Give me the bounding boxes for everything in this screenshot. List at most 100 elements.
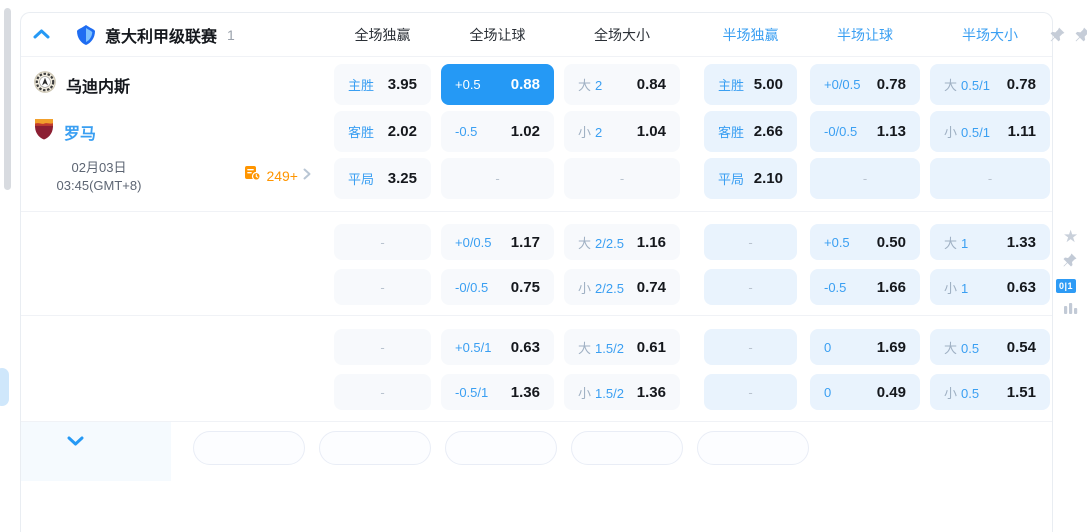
odds-value: 0.78 [876,76,906,93]
favorite-star-icon[interactable]: ★ [1063,228,1087,245]
footer-filter-pill[interactable] [571,431,683,465]
odds-cell[interactable]: 客胜 2.02 [334,111,431,152]
odds-cell-empty[interactable]: - [334,374,431,410]
odds-cell-empty[interactable]: - [334,224,431,260]
odds-cell-empty[interactable]: - [334,269,431,305]
odds-label: -0/0.5 [824,124,857,139]
footer-filter-pill[interactable] [697,431,809,465]
handicap-label: 平局 [718,172,745,187]
odds-value: 2.10 [753,170,783,187]
odds-cell[interactable]: 大 1 1.33 [930,224,1050,260]
odds-cell-empty[interactable]: - [930,158,1050,199]
odds-value: 0.78 [1006,76,1036,93]
odds-cell[interactable]: +0/0.5 1.17 [441,224,554,260]
odds-cell[interactable]: +0.5 0.88 [441,64,554,105]
odds-label: -0.5 [824,280,846,295]
footer-filter-pill[interactable] [445,431,557,465]
odds-cell-empty[interactable]: - [704,329,797,365]
column-header[interactable]: 全场独赢 [334,25,431,45]
chevron-up-icon [33,26,50,44]
odds-cell[interactable]: 大 2 0.84 [564,64,680,105]
odds-cell-empty[interactable]: - [334,329,431,365]
odds-label: 客胜 [348,122,374,141]
odds-label: 小2 [578,122,602,141]
pin-icon[interactable] [1049,26,1066,48]
handicap-label: 2/2.5 [595,280,624,296]
odds-cell[interactable]: 小 0.5 1.51 [930,374,1050,410]
odds-cell[interactable]: 大 2/2.5 1.16 [564,224,680,260]
odds-cell[interactable]: +0.5 0.50 [810,224,920,260]
collapse-button[interactable] [33,26,50,44]
odds-row: - -0/0.5 0.75 小 2/2.5 0.74- -0.5 1.66 小 1 0.63 [21,269,1052,305]
match-count: 1 [227,26,235,43]
score-stat-badge[interactable]: 0|1 [1056,279,1077,293]
odds-cell-empty[interactable]: - [704,269,797,305]
footer-filter-pill[interactable] [193,431,305,465]
home-team-row[interactable]: 乌迪内斯 [34,64,130,105]
odds-cell[interactable]: 大 0.5/1 0.78 [930,64,1050,105]
odds-cell-empty[interactable]: - [441,158,554,199]
column-header[interactable]: 半场独赢 [704,25,797,45]
pin-icon[interactable] [1062,252,1087,273]
odds-cell[interactable]: -0/0.5 0.75 [441,269,554,305]
column-header[interactable]: 全场让球 [441,25,554,45]
odds-label: 小 0.5/1 [944,122,990,141]
odds-cell[interactable]: -0/0.5 1.13 [810,111,920,152]
home-team-name: 乌迪内斯 [66,78,131,96]
odds-cell[interactable]: 大 0.5 0.54 [930,329,1050,365]
odds-cell[interactable]: +0.5/1 0.63 [441,329,554,365]
odds-cell[interactable]: 小 0.5/1 1.11 [930,111,1050,152]
odds-cell-empty[interactable]: - [810,158,920,199]
odds-value: 0.88 [510,76,540,93]
odds-label: 大 0.5 [944,338,979,357]
match-start-time: 03:45(GMT+8) [56,178,142,193]
odds-cell[interactable]: 主胜 3.95 [334,64,431,105]
odds-cell[interactable]: 小 1 0.63 [930,269,1050,305]
handicap-label: -0.5/1 [455,384,489,400]
more-markets-link[interactable]: 249+ [244,165,311,186]
odds-cell[interactable]: 客胜 2.66 [704,111,797,152]
column-header[interactable]: 半场让球 [810,25,920,45]
odds-cell[interactable]: -0.5 1.02 [441,111,554,152]
footer-filter-pill[interactable] [319,431,431,465]
odds-label: +0.5 [824,235,850,250]
over-under-prefix: 大 [578,340,592,356]
over-under-prefix: 小 [944,125,958,140]
odds-cell[interactable]: 平局 2.10 [704,158,797,199]
column-header[interactable]: 全场大小 [564,25,680,45]
over-under-prefix: 小 [578,385,592,401]
odds-label: +0.5 [455,77,481,92]
odds-label: -0/0.5 [455,280,488,295]
odds-label: 小 1.5/2 [578,383,624,402]
odds-cell[interactable]: 平局 3.25 [334,158,431,199]
odds-cell[interactable]: -0.5/1 1.36 [441,374,554,410]
odds-label: 客胜 [718,122,744,141]
odds-cell-empty[interactable]: - [704,224,797,260]
odds-cell-empty[interactable]: - [564,158,680,199]
odds-label: +0.5/1 [455,340,492,355]
footer-collapse-panel[interactable] [21,422,171,481]
odds-cell[interactable]: 大 1.5/2 0.61 [564,329,680,365]
odds-cell[interactable]: -0.5 1.66 [810,269,920,305]
odds-cell[interactable]: 小 2/2.5 0.74 [564,269,680,305]
bar-chart-icon[interactable] [1063,300,1087,321]
column-header[interactable]: 半场大小 [930,25,1050,45]
markets-list-icon [244,165,262,186]
odds-cell-empty[interactable]: - [704,374,797,410]
odds-cell[interactable]: 0 0.49 [810,374,920,410]
pin-icon[interactable] [1074,26,1087,48]
odds-label: 小 0.5 [944,383,979,402]
odds-cell[interactable]: 小 1.5/2 1.36 [564,374,680,410]
handicap-label: +0.5 [455,77,481,92]
odds-cell[interactable]: 主胜 5.00 [704,64,797,105]
odds-cell[interactable]: 小 2 1.04 [564,111,680,152]
floating-edge-widget[interactable] [0,368,9,406]
page-scrollbar[interactable] [4,8,11,190]
handicap-label: -0.5 [824,279,847,295]
odds-value: 1.04 [636,123,666,140]
away-team-row[interactable]: 罗马 [34,111,96,152]
league-logo-icon [76,24,96,46]
odds-cell[interactable]: +0/0.5 0.78 [810,64,920,105]
odds-cell[interactable]: 0 1.69 [810,329,920,365]
odds-label: 大1 [944,233,968,252]
